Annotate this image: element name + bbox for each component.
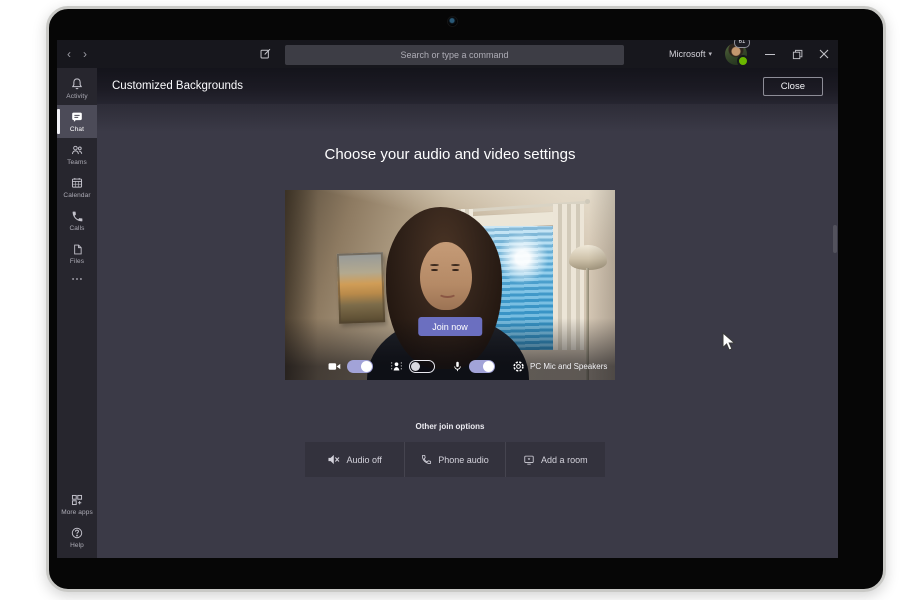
ellipsis-icon [70, 276, 84, 282]
new-chat-icon [259, 47, 272, 60]
chat-icon [70, 110, 84, 124]
phone-audio-button[interactable]: Phone audio [404, 442, 504, 477]
restore-button[interactable] [791, 48, 803, 60]
microphone-icon [452, 360, 463, 373]
sidebar-item-chat[interactable]: Chat [57, 105, 97, 138]
background-blur-icon [390, 360, 403, 372]
phone-icon [421, 454, 432, 465]
close-window-button[interactable] [818, 48, 830, 60]
sidebar-item-label: Files [70, 258, 84, 265]
audio-device-settings[interactable]: PC Mic and Speakers [530, 362, 607, 371]
selected-indicator [57, 109, 60, 134]
gear-icon [512, 360, 525, 373]
sidebar-item-label: Calls [70, 225, 85, 232]
tenant-name: Microsoft [669, 49, 706, 59]
titlebar-right: Microsoft ▾ 61 [669, 40, 830, 68]
room-icon [523, 454, 535, 465]
other-join-options-bar: Audio off Phone audio [305, 442, 605, 477]
toggle-knob [411, 362, 420, 371]
sidebar-item-files[interactable]: Files [57, 237, 97, 270]
option-label: Audio off [346, 455, 381, 465]
sidebar-item-calls[interactable]: Calls [57, 204, 97, 237]
sidebar-item-label: Chat [70, 126, 84, 133]
toggle-knob [361, 361, 372, 372]
av-controls: PC Mic and Speakers [285, 358, 615, 374]
window-controls [764, 48, 830, 60]
sidebar-item-more-apps[interactable]: More apps [57, 488, 97, 521]
join-now-button[interactable]: Join now [418, 317, 482, 336]
close-icon [819, 49, 829, 59]
audio-off-button[interactable]: Audio off [305, 442, 404, 477]
teams-app-window: ‹ › Microsoft ▾ 61 [57, 40, 838, 558]
mouse-cursor [722, 332, 736, 352]
restore-icon [792, 49, 803, 60]
sidebar-item-label: More apps [61, 509, 93, 516]
device-camera [448, 17, 457, 26]
sidebar-item-teams[interactable]: Teams [57, 138, 97, 171]
scrollbar-thumb[interactable] [833, 225, 837, 253]
speaker-off-icon [327, 454, 340, 465]
minimize-button[interactable] [764, 48, 776, 60]
app-body: Activity Chat [57, 68, 838, 558]
sidebar-item-label: Activity [66, 93, 87, 100]
sidebar-item-activity[interactable]: Activity [57, 72, 97, 105]
bell-icon [70, 77, 84, 91]
video-preview: Join now [285, 190, 615, 380]
minimize-icon [765, 54, 775, 55]
phone-icon [71, 210, 84, 223]
page-title: Customized Backgrounds [112, 80, 243, 92]
camera-toggle[interactable] [347, 360, 373, 373]
app-titlebar: ‹ › Microsoft ▾ 61 [57, 40, 838, 68]
microphone-toggle[interactable] [469, 360, 495, 373]
apps-grid-icon [70, 493, 84, 507]
tablet-device-frame: ‹ › Microsoft ▾ 61 [46, 6, 886, 592]
option-label: Phone audio [438, 455, 489, 465]
more-options-button[interactable] [57, 270, 97, 288]
sidebar-item-help[interactable]: Help [57, 521, 97, 554]
file-icon [71, 243, 84, 256]
toggle-knob [483, 361, 494, 372]
close-button[interactable]: Close [763, 77, 823, 96]
tenant-switcher[interactable]: Microsoft ▾ [669, 49, 712, 59]
presence-dot [737, 55, 749, 67]
page-header: Customized Backgrounds Close [97, 68, 838, 104]
setup-heading: Choose your audio and video settings [97, 146, 803, 163]
sidebar-item-label: Calendar [63, 192, 90, 199]
other-join-options-label: Other join options [97, 422, 803, 431]
camera-icon [328, 361, 341, 372]
background-blur-toggle[interactable] [409, 360, 435, 373]
history-nav: ‹ › [67, 40, 87, 68]
profile-menu[interactable]: 61 [725, 43, 747, 65]
main-panel: Customized Backgrounds Close Choose your… [97, 68, 838, 558]
sidebar-bottom: More apps Help [57, 488, 97, 554]
forward-button[interactable]: › [83, 47, 87, 61]
chevron-down-icon: ▾ [708, 50, 712, 58]
notification-badge: 61 [734, 40, 750, 48]
meeting-setup-content: Choose your audio and video settings [97, 104, 838, 558]
app-rail-sidebar: Activity Chat [57, 68, 97, 558]
sidebar-item-label: Teams [67, 159, 87, 166]
back-button[interactable]: ‹ [67, 47, 71, 61]
new-chat-button[interactable] [259, 47, 272, 60]
sidebar-item-calendar[interactable]: Calendar [57, 171, 97, 204]
option-label: Add a room [541, 455, 588, 465]
help-icon [70, 526, 84, 540]
sidebar-item-label: Help [70, 542, 84, 549]
add-a-room-button[interactable]: Add a room [505, 442, 605, 477]
calendar-icon [70, 176, 84, 190]
teams-people-icon [70, 143, 84, 157]
search-input[interactable] [285, 45, 624, 65]
